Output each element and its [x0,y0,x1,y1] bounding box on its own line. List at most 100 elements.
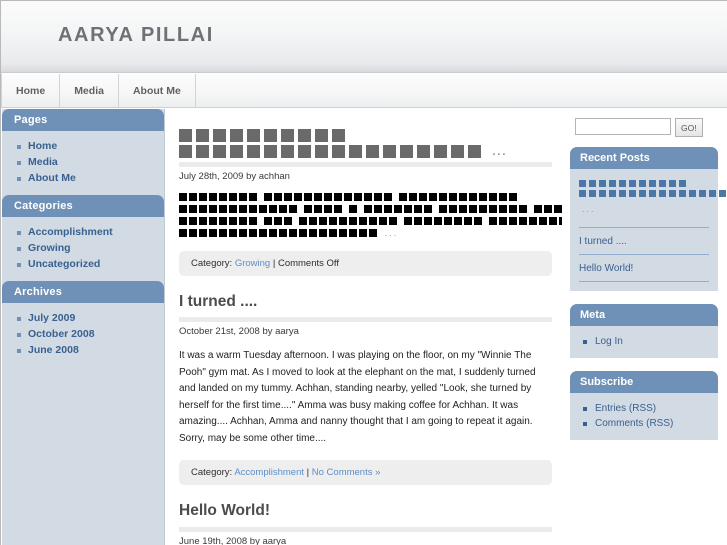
list-item[interactable]: ... [579,177,726,228]
list-item[interactable]: Growing [2,240,164,256]
search-submit-button[interactable]: GO! [675,118,703,137]
recent-post-redacted[interactable]: ... [579,180,726,222]
redaction-block [284,193,292,201]
list-item[interactable]: Home [2,138,164,154]
post-title-ellipsis: ... [492,145,508,158]
redaction-block [659,190,666,197]
post-comments-link[interactable]: No Comments » [312,467,381,478]
redaction-block [451,145,464,158]
archive-link-june-2008[interactable]: June 2008 [28,344,79,356]
redaction-blocks-row [579,190,726,197]
list-item[interactable]: July 2009 [2,310,164,326]
post-divider [179,526,552,532]
subscribe-link-comments-rss[interactable]: Comments (RSS) [595,418,673,429]
redaction-block [468,145,481,158]
list-item[interactable]: Hello World! [579,255,709,282]
redaction-block [349,229,357,237]
redaction-block [179,193,187,201]
redaction-block [334,205,342,213]
widget-subscribe: Subscribe Entries (RSS) Comments (RSS) [570,371,718,440]
redaction-block [359,217,367,225]
post-title[interactable]: Hello World! [179,501,552,520]
archive-link-july-2009[interactable]: July 2009 [28,312,75,324]
redaction-block [519,217,527,225]
redaction-block [319,229,327,237]
list-item[interactable]: Comments (RSS) [579,416,709,431]
redaction-block [199,217,207,225]
redaction-block [619,180,626,187]
redaction-block [349,217,357,225]
meta-link-log-in[interactable]: Log In [595,336,623,347]
redaction-block [400,145,413,158]
category-link-accomplishment[interactable]: Accomplishment [28,226,113,238]
redaction-block [329,217,337,225]
widget-recent-posts-title: Recent Posts [570,147,718,169]
redaction-block [554,205,562,213]
post-body-ellipsis: ... [384,228,399,238]
redaction-block [409,193,417,201]
widget-pages-title: Pages [2,109,164,131]
post-title-redacted[interactable]: ... [179,129,552,158]
nav-item-home[interactable]: Home [1,74,61,107]
redaction-block [649,190,656,197]
recent-post-link-i-turned[interactable]: I turned .... [579,236,627,247]
list-item[interactable]: Accomplishment [2,224,164,240]
redaction-block [314,193,322,201]
redaction-block [230,129,243,142]
post-date: July 28th, 2009 by achhan [179,171,290,182]
subscribe-link-entries-rss[interactable]: Entries (RSS) [595,403,656,414]
redaction-block [264,193,272,201]
post-category-link[interactable]: Accomplishment [234,467,304,478]
redaction-block [249,229,257,237]
list-item[interactable]: Log In [579,334,709,349]
list-item[interactable]: Media [2,154,164,170]
widget-categories-title: Categories [2,195,164,217]
post-meta-prefix: Category: [191,467,233,479]
category-link-uncategorized[interactable]: Uncategorized [28,258,100,270]
list-item[interactable]: Uncategorized [2,256,164,272]
redaction-block [281,129,294,142]
redaction-block [519,205,527,213]
redaction-block [349,205,357,213]
post-category-link[interactable]: Growing [235,258,270,269]
redaction-block [249,205,257,213]
pages-link-about-me[interactable]: About Me [28,172,76,184]
list-item[interactable]: I turned .... [579,228,709,255]
redaction-block [349,145,362,158]
redaction-block [669,190,676,197]
redaction-block [579,180,586,187]
redaction-block [289,205,297,213]
redaction-blocks-row [579,180,709,187]
archive-link-october-2008[interactable]: October 2008 [28,328,95,340]
post-title[interactable]: I turned .... [179,292,552,311]
recent-post-link-hello-world[interactable]: Hello World! [579,263,633,274]
list-item[interactable]: About Me [2,170,164,186]
redaction-block [334,193,342,201]
widget-pages: Pages Home Media About Me [2,109,164,195]
post-body: It was a warm Tuesday afternoon. I was p… [179,350,536,444]
redaction-block [324,193,332,201]
redaction-block [304,205,312,213]
redaction-block [179,205,187,213]
redaction-block [629,190,636,197]
category-link-growing[interactable]: Growing [28,242,71,254]
redaction-block [424,217,432,225]
list-item[interactable]: June 2008 [2,342,164,358]
redaction-block [364,193,372,201]
redaction-block [199,229,207,237]
redaction-block [249,193,257,201]
redaction-block [219,193,227,201]
redaction-block [239,193,247,201]
list-item[interactable]: October 2008 [2,326,164,342]
pages-link-media[interactable]: Media [28,156,58,168]
pages-link-home[interactable]: Home [28,140,57,152]
redaction-block [639,190,646,197]
redaction-block [289,229,297,237]
search-input[interactable] [575,118,671,135]
nav-item-media[interactable]: Media [60,74,119,107]
nav-item-about-me[interactable]: About Me [119,74,196,107]
list-item[interactable]: Entries (RSS) [579,401,709,416]
redaction-block [509,205,517,213]
redaction-block [314,205,322,213]
post-article: ... July 28th, 2009 by achhan ... Catego… [179,129,562,276]
